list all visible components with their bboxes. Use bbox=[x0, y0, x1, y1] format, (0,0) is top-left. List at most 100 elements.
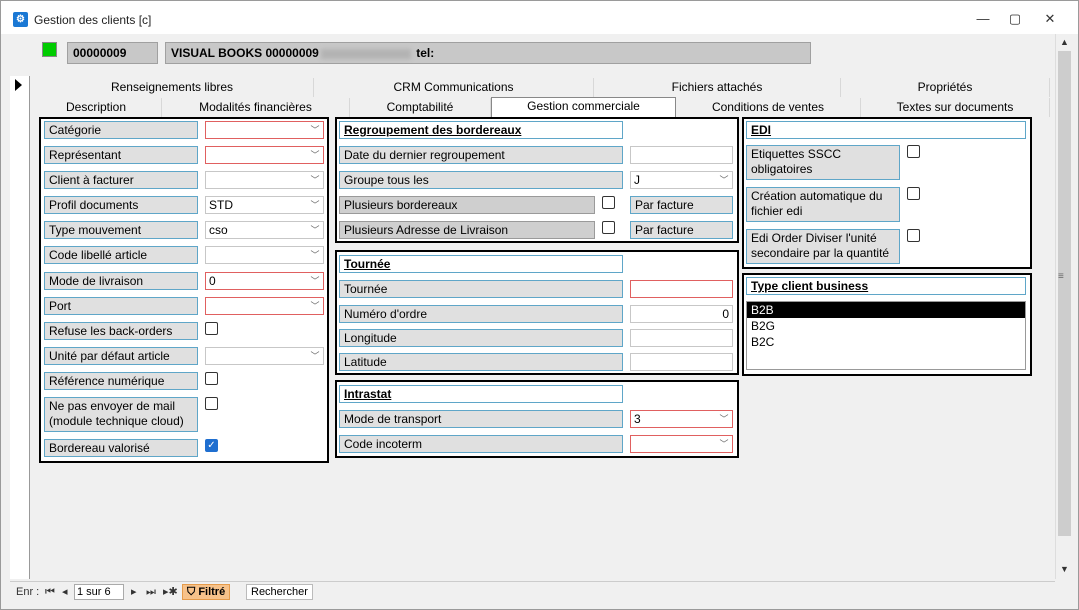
tournee-input[interactable] bbox=[630, 280, 733, 298]
list-item[interactable]: B2B bbox=[747, 302, 1025, 318]
search-button[interactable]: Rechercher bbox=[246, 584, 313, 600]
scroll-up-icon[interactable]: ▲ bbox=[1056, 34, 1073, 51]
longitude-input[interactable] bbox=[630, 329, 733, 347]
creation-auto-label: Création automatique du fichier edi bbox=[746, 187, 900, 222]
longitude-label: Longitude bbox=[339, 329, 623, 347]
groupe-tous-les-value: J bbox=[634, 173, 640, 187]
profil-documents-label: Profil documents bbox=[44, 196, 198, 214]
next-record-icon[interactable]: ▸ bbox=[131, 584, 137, 600]
tab-description[interactable]: Description bbox=[31, 98, 162, 117]
title-bar: ⚙ Gestion des clients [c] — ▢ ✕ bbox=[1, 1, 1078, 34]
groupe-tous-les-select[interactable]: J ﹀ bbox=[630, 171, 733, 189]
tab-conditions-de-ventes[interactable]: Conditions de ventes bbox=[676, 98, 861, 117]
refuse-backorders-checkbox[interactable] bbox=[205, 322, 218, 335]
numero-ordre-input[interactable]: 0 bbox=[630, 305, 733, 323]
window: ⚙ Gestion des clients [c] — ▢ ✕ 00000009… bbox=[0, 0, 1079, 610]
new-record-icon[interactable]: ▸✱ bbox=[163, 584, 178, 600]
client-facturer-label: Client à facturer bbox=[44, 171, 198, 189]
numero-ordre-label: Numéro d'ordre bbox=[339, 305, 623, 323]
plusieurs-adresse-checkbox[interactable] bbox=[602, 221, 615, 234]
chevron-down-icon: ﹀ bbox=[310, 225, 320, 235]
record-selector[interactable] bbox=[10, 76, 30, 579]
client-facturer-select[interactable]: ﹀ bbox=[205, 171, 324, 189]
code-libelle-label: Code libellé article bbox=[44, 246, 198, 264]
date-regroupement-label: Date du dernier regroupement bbox=[339, 146, 623, 164]
vertical-scrollbar[interactable]: ▲ ▼ bbox=[1055, 34, 1072, 579]
type-mouvement-select[interactable]: cso ﹀ bbox=[205, 221, 324, 239]
chevron-down-icon: ﹀ bbox=[310, 200, 320, 210]
port-label: Port bbox=[44, 297, 198, 315]
tab-crm-communications[interactable]: CRM Communications bbox=[314, 78, 594, 97]
client-tel-label: tel: bbox=[412, 46, 435, 60]
chevron-down-icon: ﹀ bbox=[310, 301, 320, 311]
enr-label: Enr : bbox=[16, 586, 40, 598]
tab-renseignements-libres[interactable]: Renseignements libres bbox=[31, 78, 314, 97]
client-name-prefix: VISUAL BOOKS 00000009 bbox=[171, 46, 319, 60]
plusieurs-bordereaux-checkbox[interactable] bbox=[602, 196, 615, 209]
close-button[interactable]: ✕ bbox=[1035, 9, 1065, 29]
mode-livraison-value: 0 bbox=[209, 274, 216, 288]
mode-livraison-select[interactable]: 0 ﹀ bbox=[205, 272, 324, 290]
tab-fichiers-attaches[interactable]: Fichiers attachés bbox=[594, 78, 841, 97]
edi-order-checkbox[interactable] bbox=[907, 229, 920, 242]
chevron-down-icon: ﹀ bbox=[719, 439, 729, 449]
last-record-icon[interactable]: ⏭ bbox=[146, 584, 156, 600]
scroll-down-icon[interactable]: ▼ bbox=[1056, 561, 1073, 578]
mode-transport-value: 3 bbox=[634, 412, 641, 426]
type-client-list[interactable]: B2B B2G B2C bbox=[746, 301, 1026, 370]
client-code: 00000009 bbox=[67, 42, 158, 64]
code-libelle-select[interactable]: ﹀ bbox=[205, 246, 324, 264]
maximize-button[interactable]: ▢ bbox=[1000, 9, 1030, 29]
tab-comptabilite[interactable]: Comptabilité bbox=[350, 98, 491, 117]
creation-auto-checkbox[interactable] bbox=[907, 187, 920, 200]
tournee-title: Tournée bbox=[339, 255, 623, 273]
reference-numerique-label: Référence numérique bbox=[44, 372, 198, 390]
representant-select[interactable]: ﹀ bbox=[205, 146, 324, 164]
chevron-down-icon: ﹀ bbox=[310, 175, 320, 185]
bordereau-valorise-checkbox[interactable]: ✓ bbox=[205, 439, 218, 452]
port-select[interactable]: ﹀ bbox=[205, 297, 324, 315]
bordereau-valorise-label: Bordereau valorisé bbox=[44, 439, 198, 457]
chevron-down-icon: ﹀ bbox=[310, 125, 320, 135]
groupe-tous-les-label: Groupe tous les bbox=[339, 171, 623, 189]
type-client-title: Type client business bbox=[746, 277, 1026, 295]
edi-title: EDI bbox=[746, 121, 1026, 139]
current-record-icon bbox=[15, 79, 22, 91]
mode-transport-select[interactable]: 3 ﹀ bbox=[630, 410, 733, 428]
chevron-down-icon: ﹀ bbox=[310, 276, 320, 286]
prev-record-icon[interactable]: ◂ bbox=[62, 584, 68, 600]
latitude-input[interactable] bbox=[630, 353, 733, 371]
date-regroupement-input[interactable] bbox=[630, 146, 733, 164]
etiquettes-sscc-label: Etiquettes SSCC obligatoires bbox=[746, 145, 900, 180]
par-facture-1-label: Par facture bbox=[630, 196, 733, 214]
minimize-button[interactable]: — bbox=[968, 9, 998, 29]
filter-icon: ⛉ bbox=[187, 586, 199, 598]
scroll-thumb[interactable] bbox=[1058, 51, 1071, 536]
tab-proprietes[interactable]: Propriétés bbox=[841, 78, 1050, 97]
code-incoterm-select[interactable]: ﹀ bbox=[630, 435, 733, 453]
profil-documents-select[interactable]: STD ﹀ bbox=[205, 196, 324, 214]
regroupement-title: Regroupement des bordereaux bbox=[339, 121, 623, 139]
chevron-down-icon: ﹀ bbox=[310, 150, 320, 160]
ne-pas-envoyer-checkbox[interactable] bbox=[205, 397, 218, 410]
tab-gestion-commerciale[interactable]: Gestion commerciale bbox=[491, 97, 676, 117]
list-item[interactable]: B2C bbox=[747, 334, 1025, 350]
etiquettes-sscc-checkbox[interactable] bbox=[907, 145, 920, 158]
app-icon: ⚙ bbox=[13, 12, 28, 27]
list-item[interactable]: B2G bbox=[747, 318, 1025, 334]
reference-numerique-checkbox[interactable] bbox=[205, 372, 218, 385]
plusieurs-adresse-label: Plusieurs Adresse de Livraison bbox=[339, 221, 595, 239]
unite-defaut-label: Unité par défaut article bbox=[44, 347, 198, 365]
record-position[interactable]: 1 sur 6 bbox=[74, 584, 124, 600]
unite-defaut-select[interactable]: ﹀ bbox=[205, 347, 324, 365]
categorie-select[interactable]: ﹀ bbox=[205, 121, 324, 139]
edi-order-label: Edi Order Diviser l'unité secondaire par… bbox=[746, 229, 900, 264]
tab-modalites-financieres[interactable]: Modalités financières bbox=[162, 98, 350, 117]
tab-textes-sur-documents[interactable]: Textes sur documents bbox=[861, 98, 1050, 117]
first-record-icon[interactable]: ⏮ bbox=[45, 584, 55, 600]
refuse-backorders-label: Refuse les back-orders bbox=[44, 322, 198, 340]
intrastat-title: Intrastat bbox=[339, 385, 623, 403]
filter-button[interactable]: ⛉ Filtré bbox=[182, 584, 231, 600]
chevron-down-icon: ﹀ bbox=[719, 414, 729, 424]
resize-grip-icon[interactable]: ≡ bbox=[1058, 271, 1064, 282]
